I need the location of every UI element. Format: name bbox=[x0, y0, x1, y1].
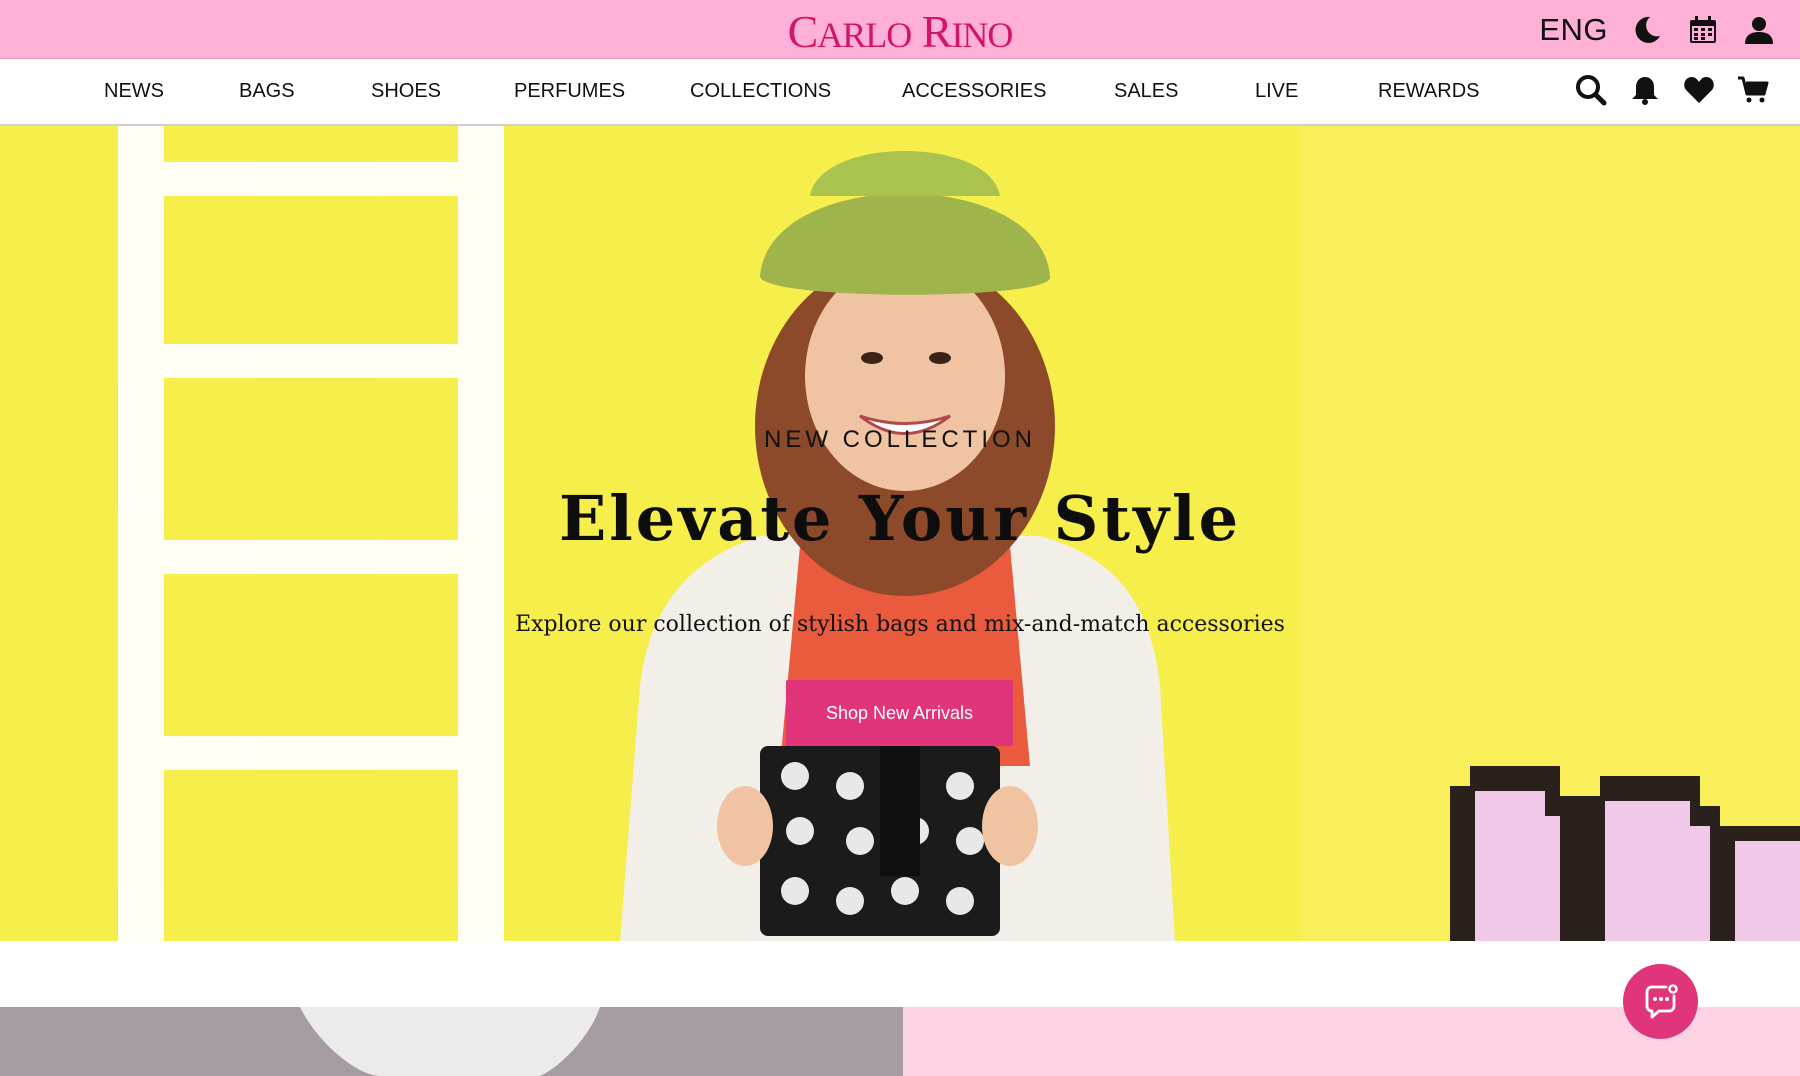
nav-item-news[interactable]: NEWS bbox=[104, 59, 164, 124]
hero-eyebrow: NEW COLLECTION bbox=[763, 426, 1037, 453]
chat-button[interactable] bbox=[1623, 964, 1698, 1039]
nav-item-bags[interactable]: BAGS bbox=[239, 59, 295, 124]
hero-content: NEW COLLECTION Elevate Your Style Explor… bbox=[0, 126, 1800, 941]
moon-icon[interactable] bbox=[1630, 13, 1664, 47]
top-actions: ENG bbox=[1539, 10, 1776, 50]
calendar-icon[interactable] bbox=[1686, 13, 1720, 47]
brand-logo[interactable]: CARLO RINO bbox=[0, 6, 1800, 61]
logo-letter-c: C bbox=[787, 6, 819, 57]
hero-subtitle: Explore our collection of stylish bags a… bbox=[515, 612, 1285, 637]
nav-item-shoes[interactable]: SHOES bbox=[371, 59, 441, 124]
nav-item-accessories[interactable]: ACCESSORIES bbox=[902, 59, 1046, 124]
shop-new-arrivals-button[interactable]: Shop New Arrivals bbox=[786, 680, 1013, 746]
user-icon[interactable] bbox=[1742, 13, 1776, 47]
cart-icon[interactable] bbox=[1736, 73, 1770, 107]
logo-text-arlo: ARLO bbox=[817, 15, 912, 55]
logo-text-ino: INO bbox=[951, 15, 1013, 55]
chat-bubble-icon bbox=[1645, 983, 1678, 1018]
top-bar: CARLO RINO ENG bbox=[0, 0, 1800, 59]
search-icon[interactable] bbox=[1574, 73, 1608, 107]
bell-icon[interactable] bbox=[1628, 73, 1662, 107]
nav-item-live[interactable]: LIVE bbox=[1255, 59, 1298, 124]
language-selector[interactable]: ENG bbox=[1539, 12, 1608, 48]
hero-banner: NEW COLLECTION Elevate Your Style Explor… bbox=[0, 126, 1800, 941]
nav-actions bbox=[1574, 73, 1770, 107]
nav-item-perfumes[interactable]: PERFUMES bbox=[514, 59, 625, 124]
logo-letter-r: R bbox=[921, 6, 953, 57]
nav-item-collections[interactable]: COLLECTIONS bbox=[690, 59, 831, 124]
promo-image-left bbox=[0, 1007, 903, 1076]
promo-tile-left[interactable] bbox=[0, 1007, 903, 1076]
heart-icon[interactable] bbox=[1682, 73, 1716, 107]
nav-item-rewards[interactable]: REWARDS bbox=[1378, 59, 1479, 124]
main-nav: NEWS BAGS SHOES PERFUMES COLLECTIONS ACC… bbox=[0, 59, 1800, 126]
hero-title: Elevate Your Style bbox=[558, 482, 1242, 555]
nav-item-sales[interactable]: SALES bbox=[1114, 59, 1178, 124]
